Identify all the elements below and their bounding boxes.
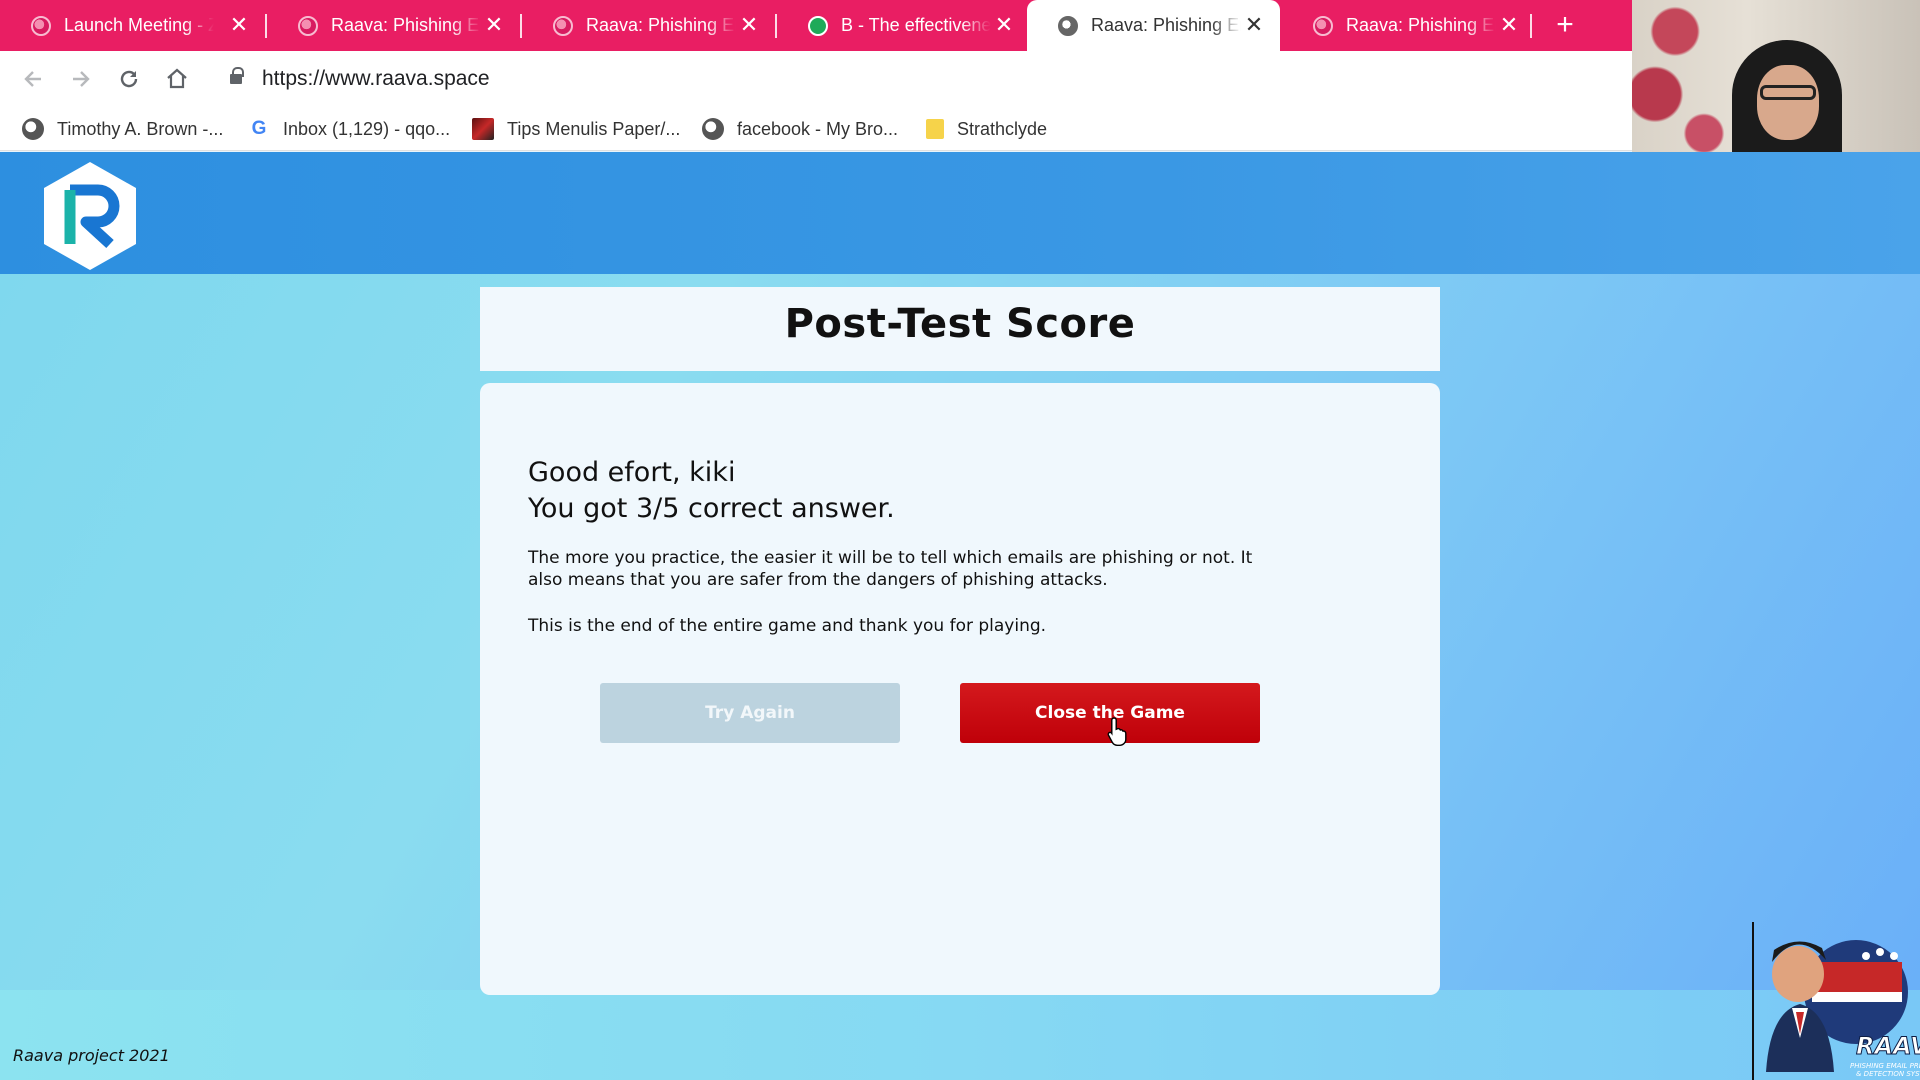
globe-icon [298, 15, 318, 36]
tab-separator [1530, 14, 1532, 38]
webcam-face [1757, 65, 1819, 140]
footer-credit: Raava project 2021 [13, 1046, 170, 1065]
url-text: https://www.raava.space [262, 67, 490, 90]
tab-effectiveness[interactable]: B - The effectivenes ✕ [777, 0, 1030, 51]
close-icon[interactable]: ✕ [992, 13, 1016, 37]
bookmark-label: Inbox (1,129) - qqo... [283, 118, 451, 139]
globe-icon [1313, 15, 1333, 36]
practice-paragraph: The more you practice, the easier it wil… [528, 548, 1253, 590]
tab-launch-meeting[interactable]: Launch Meeting - Z ✕ [0, 0, 265, 51]
page-bottom-band [0, 990, 1920, 1080]
tab-title: Raava: Phishing Em [331, 15, 481, 35]
try-again-button[interactable]: Try Again [600, 683, 900, 743]
svg-text:& DETECTION SYSTEM: & DETECTION SYSTEM [1856, 1070, 1920, 1078]
title-card: Post-Test Score [480, 287, 1440, 371]
tab-raava-1[interactable]: Raava: Phishing Em ✕ [267, 0, 520, 51]
globe-icon [22, 118, 44, 140]
page-title: Post-Test Score [784, 301, 1136, 347]
bookmark-inbox[interactable]: G Inbox (1,129) - qqo... [248, 115, 451, 143]
home-button[interactable] [160, 62, 194, 96]
thumbnail-icon [472, 118, 494, 140]
bookmark-tips-menulis[interactable]: Tips Menulis Paper/... [472, 115, 680, 143]
globe-icon [31, 15, 51, 36]
tab-raava-2[interactable]: Raava: Phishing Em ✕ [522, 0, 775, 51]
close-icon[interactable]: ✕ [737, 13, 761, 37]
globe-icon [553, 15, 573, 36]
site-header [0, 152, 1920, 274]
bookmark-timothy-brown[interactable]: Timothy A. Brown -... [22, 115, 223, 143]
svg-text:RAAVA: RAAVA [1856, 1032, 1920, 1060]
bookmark-strathclyde[interactable]: Strathclyde [926, 115, 1047, 143]
end-paragraph: This is the end of the entire game and t… [528, 616, 1047, 636]
bookmark-label: Tips Menulis Paper/... [507, 118, 681, 139]
reload-button[interactable] [112, 62, 146, 96]
hand-cursor-icon [1107, 717, 1127, 746]
cloud-icon [808, 15, 828, 36]
close-icon[interactable]: ✕ [1497, 13, 1521, 37]
webcam-overlay [1632, 0, 1920, 157]
tab-title: Raava: Phishing Em [1091, 15, 1241, 35]
greeting: Good efort, kiki You got 3/5 correct ans… [528, 455, 895, 527]
tab-title: Raava: Phishing Em [586, 15, 736, 35]
raava-logo [44, 162, 136, 270]
score-card: Good efort, kiki You got 3/5 correct ans… [480, 383, 1440, 995]
tab-title: B - The effectivenes [841, 15, 991, 35]
greeting-line: Good efort, kiki [528, 457, 736, 488]
home-icon [167, 68, 187, 89]
lock-icon [230, 67, 244, 86]
bookmark-facebook[interactable]: facebook - My Bro... [702, 115, 898, 143]
webcam-glasses [1760, 85, 1816, 100]
raava-mascot-badge: RAAVA PHISHING EMAIL PREVENTION & DETECT… [1766, 940, 1920, 1078]
back-arrow-icon [24, 71, 41, 87]
close-icon[interactable]: ✕ [227, 13, 251, 37]
forward-arrow-icon [73, 71, 90, 87]
new-tab-button[interactable]: + [1550, 10, 1580, 40]
forward-button[interactable] [64, 62, 98, 96]
tab-title: Raava: Phishing Em [1346, 15, 1496, 35]
close-icon[interactable]: ✕ [1242, 13, 1266, 37]
folder-icon [926, 119, 944, 139]
globe-icon [702, 118, 724, 140]
close-icon[interactable]: ✕ [482, 13, 506, 37]
svg-text:PHISHING EMAIL PREVENTION: PHISHING EMAIL PREVENTION [1850, 1062, 1920, 1070]
globe-icon [1058, 15, 1078, 36]
tab-title: Launch Meeting - Z [64, 15, 214, 35]
bookmark-label: facebook - My Bro... [737, 118, 899, 139]
google-icon: G [251, 118, 267, 139]
reload-icon [120, 70, 138, 88]
tab-raava-3[interactable]: Raava: Phishing Em ✕ [1282, 0, 1535, 51]
score-line: You got 3/5 correct answer. [528, 493, 895, 524]
bookmark-label: Strathclyde [957, 118, 1048, 139]
bookmark-label: Timothy A. Brown -... [57, 118, 224, 139]
tab-raava-active[interactable]: Raava: Phishing Em ✕ [1027, 0, 1280, 51]
back-button[interactable] [16, 62, 50, 96]
